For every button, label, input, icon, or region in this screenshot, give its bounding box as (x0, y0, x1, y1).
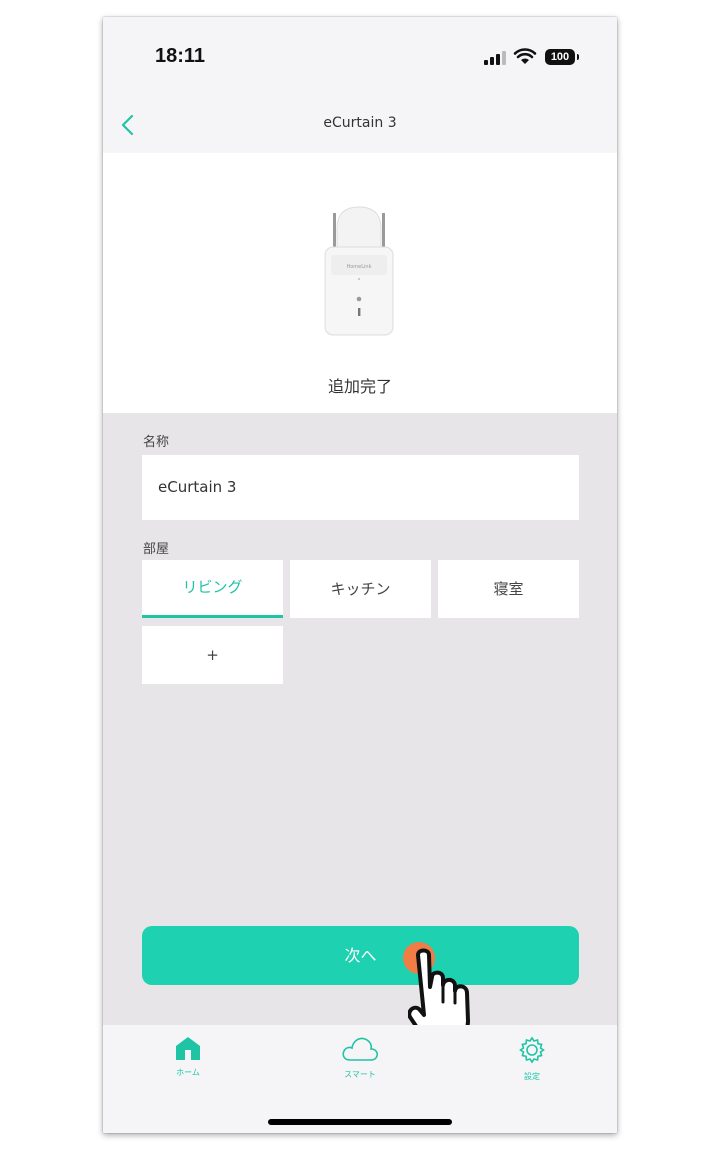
tab-home-label: ホーム (176, 1068, 200, 1077)
name-field[interactable]: eCurtain 3 (142, 455, 579, 520)
device-image: HomeLink (324, 206, 394, 336)
navigation-bar: eCurtain 3 (103, 97, 617, 153)
wifi-icon (513, 48, 537, 64)
next-button[interactable]: 次へ (142, 926, 579, 985)
room-option-bedroom[interactable]: 寝室 (438, 560, 579, 618)
tab-settings-label: 設定 (524, 1072, 540, 1081)
page-title: eCurtain 3 (323, 115, 397, 131)
room-option-kitchen[interactable]: キッチン (290, 560, 431, 618)
home-indicator[interactable] (268, 1119, 452, 1125)
tab-home[interactable]: ホーム (138, 1035, 238, 1078)
device-hero: HomeLink 追加完了 (103, 153, 617, 413)
tab-smart-label: スマート (344, 1070, 376, 1079)
tab-bar: ホーム スマート 設定 (103, 1025, 617, 1133)
gear-icon (519, 1036, 545, 1064)
name-label: 名称 (143, 435, 170, 450)
status-time: 18:11 (155, 45, 206, 67)
phone-screen: 18:11 100 eCurtain 3 HomeLink 追加完了 名称 eC… (103, 17, 617, 1133)
cellular-signal-icon (484, 51, 506, 65)
battery-indicator: 100 (545, 49, 579, 65)
status-bar: 18:11 100 (103, 17, 617, 97)
room-label: 部屋 (143, 542, 170, 557)
add-complete-text: 追加完了 (327, 377, 392, 396)
cloud-icon (342, 1037, 379, 1061)
add-room-button[interactable]: + (142, 626, 283, 684)
room-option-living[interactable]: リビング (142, 560, 283, 618)
home-icon (176, 1037, 200, 1060)
tab-smart[interactable]: スマート (310, 1035, 410, 1080)
tab-settings[interactable]: 設定 (482, 1035, 582, 1082)
device-brand-text: HomeLink (346, 264, 371, 270)
